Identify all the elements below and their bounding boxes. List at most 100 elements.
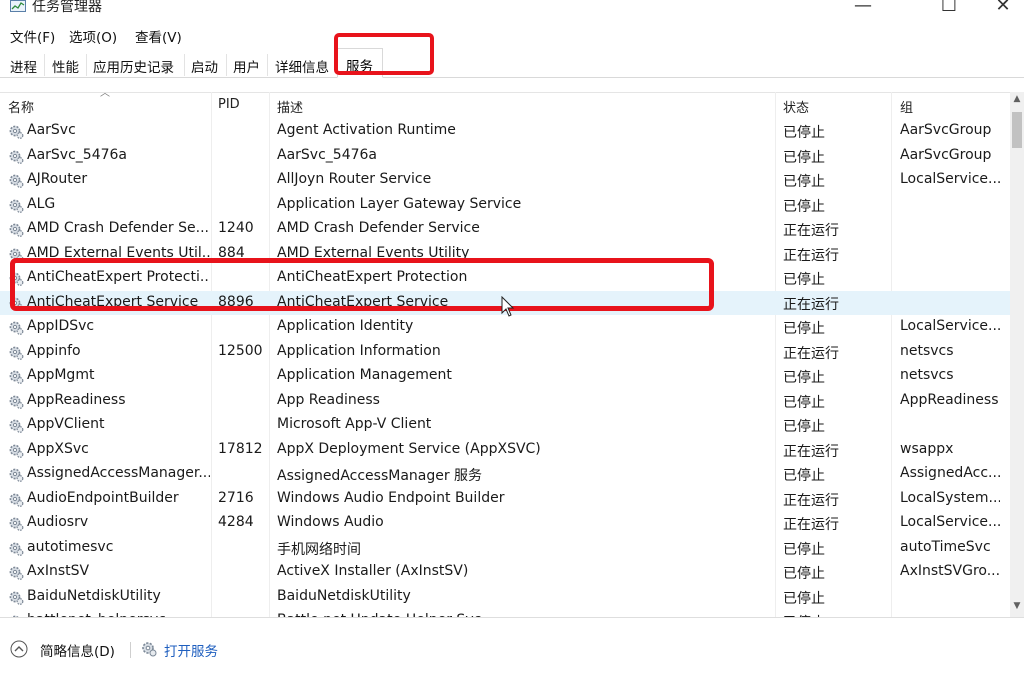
service-row[interactable]: AJRouter AllJoyn Router Service 已停止 LocalSe… [0, 168, 1010, 193]
service-gear-icon [9, 370, 24, 384]
close-button[interactable]: ✕ [980, 0, 1024, 18]
service-row[interactable]: battlenet_helpersvcBattle.net Update Hel… [0, 609, 1010, 617]
service-row[interactable]: AssignedAccessManager... AssignedAccessMa… [0, 462, 1010, 487]
service-name: BaiduNetdiskUtility [27, 587, 161, 604]
service-row[interactable]: Appinfo 12500 Application Information 正在运行 n… [0, 340, 1010, 365]
service-gear-icon [9, 395, 24, 409]
service-row[interactable]: AarSvc Agent Activation Runtime 已停止 AarSvcG… [0, 119, 1010, 144]
collapse-up-icon[interactable] [10, 640, 28, 658]
service-name: AppReadiness [27, 391, 126, 408]
service-description: Agent Activation Runtime [277, 122, 456, 138]
service-gear-icon [9, 517, 24, 531]
service-name: AarSvc_5476a [27, 146, 127, 163]
window-title: 任务管理器 [32, 0, 102, 15]
column-header-status[interactable]: 状态 [783, 97, 809, 116]
service-description: Microsoft App-V Client [277, 416, 432, 432]
task-manager-icon [10, 0, 26, 12]
service-status: 已停止 [783, 272, 825, 288]
column-header-description[interactable]: 描述 [277, 97, 303, 116]
scroll-down-arrow-icon[interactable]: ▼ [1010, 601, 1024, 615]
service-description: BaiduNetdiskUtility [277, 587, 411, 604]
service-row[interactable]: Audiosrv 4284 Windows Audio 正在运行 LocalServic… [0, 511, 1010, 536]
tab-bar-divider [0, 77, 1024, 78]
service-row[interactable]: AppIDSvc Application Identity 已停止 LocalServ… [0, 315, 1010, 340]
service-name: AxInstSV [27, 563, 90, 579]
tab-users[interactable]: 用户 [233, 56, 260, 76]
service-name: AppVClient [27, 416, 105, 432]
tab-startup[interactable]: 启动 [191, 56, 218, 76]
service-row[interactable]: AppVClient Microsoft App-V Client 已停止 [0, 413, 1010, 438]
tab-separator [184, 54, 185, 76]
service-gear-icon [9, 444, 24, 458]
title-bar: 任务管理器 — ☐ ✕ [0, 0, 1024, 20]
footer-divider [130, 642, 131, 658]
service-status: 已停止 [783, 174, 825, 190]
service-group: LocalService... [900, 514, 1000, 530]
service-description: Application Management [277, 367, 452, 383]
service-gear-icon [9, 566, 24, 580]
service-status: 已停止 [783, 125, 825, 141]
service-description: Application Layer Gateway Service [277, 195, 522, 212]
service-row[interactable]: AppReadiness App Readiness 已停止 AppReadiness [0, 389, 1010, 414]
tab-processes[interactable]: 进程 [10, 56, 37, 76]
service-name: Appinfo [27, 342, 81, 359]
service-description: App Readiness [277, 391, 380, 408]
menu-options[interactable]: 选项(O) [69, 26, 117, 46]
service-name: AJRouter [27, 171, 88, 187]
tab-details[interactable]: 详细信息 [275, 56, 329, 76]
column-header-group[interactable]: 组 [900, 97, 913, 116]
column-header-pid[interactable]: PID [218, 97, 240, 112]
service-row[interactable]: AarSvc_5476a AarSvc_5476a 已停止 AarSvcGroup [0, 144, 1010, 169]
service-row[interactable]: AppMgmt Application Management 已停止 netsvcs [0, 364, 1010, 389]
service-status: 已停止 [783, 394, 825, 411]
tab-separator [86, 54, 87, 76]
mouse-cursor-icon [501, 296, 515, 317]
scrollbar-thumb[interactable] [1012, 112, 1022, 148]
service-row[interactable]: ALG Application Layer Gateway Service 已停止 [0, 193, 1010, 218]
tab-highlight-box [334, 33, 434, 75]
service-pid: 17812 [218, 440, 263, 457]
service-description: AllJoyn Router Service [277, 171, 432, 187]
menu-file[interactable]: 文件(F) [10, 26, 55, 46]
service-name: Audiosrv [27, 514, 89, 530]
service-row[interactable]: BaiduNetdiskUtility BaiduNetdiskUtility 已停… [0, 585, 1010, 610]
service-row[interactable]: autotimesvc 手机网络时间 已停止 autoTimeSvc [0, 536, 1010, 561]
service-pid: 1240 [218, 220, 254, 236]
vertical-scrollbar[interactable]: ▲ ▼ [1010, 92, 1024, 617]
service-row[interactable]: AxInstSV ActiveX Installer (AxInstSV) 已停止 A… [0, 560, 1010, 585]
service-gear-icon [9, 542, 24, 556]
service-name: autotimesvc [27, 538, 114, 555]
service-group: AarSvcGroup [900, 122, 992, 138]
service-status: 已停止 [783, 590, 825, 607]
service-row[interactable]: AudioEndpointBuilder 2716 Windows Audio En… [0, 487, 1010, 512]
service-status: 正在运行 [783, 345, 839, 362]
column-header-name[interactable]: 名称 [8, 97, 34, 116]
service-description: AMD Crash Defender Service [277, 220, 480, 236]
service-name: AMD Crash Defender Se... [27, 220, 209, 236]
service-pid: 12500 [218, 342, 263, 359]
service-row[interactable]: AMD Crash Defender Se... 1240 AMD Crash De… [0, 217, 1010, 242]
column-header-row: 名称 PID 描述 状态 组 [0, 92, 1010, 117]
service-status: 已停止 [783, 566, 825, 582]
service-name: AssignedAccessManager... [27, 465, 210, 481]
service-gear-icon [9, 150, 24, 164]
service-name: AppIDSvc [27, 318, 95, 334]
open-services-link[interactable]: 打开服务 [164, 640, 218, 660]
tab-app-history[interactable]: 应用历史记录 [93, 56, 174, 76]
service-description: Application Information [277, 342, 441, 359]
scroll-up-arrow-icon[interactable]: ▲ [1010, 94, 1024, 108]
menu-view[interactable]: 查看(V) [135, 26, 182, 46]
service-group: AppReadiness [900, 391, 999, 408]
tab-performance[interactable]: 性能 [52, 56, 79, 76]
service-description: Windows Audio [277, 514, 384, 530]
service-description: 手机网络时间 [277, 541, 361, 558]
fewer-details-button[interactable]: 简略信息(D) [40, 640, 115, 660]
maximize-button[interactable]: ☐ [926, 0, 972, 18]
service-description: Windows Audio Endpoint Builder [277, 489, 505, 506]
service-row[interactable]: AppXSvc 17812 AppX Deployment Service (App… [0, 438, 1010, 463]
service-name: AudioEndpointBuilder [27, 489, 179, 506]
service-status: 已停止 [783, 321, 825, 337]
services-gear-icon [142, 642, 157, 657]
minimize-button[interactable]: — [840, 0, 886, 18]
rows-highlight-box [10, 258, 714, 311]
